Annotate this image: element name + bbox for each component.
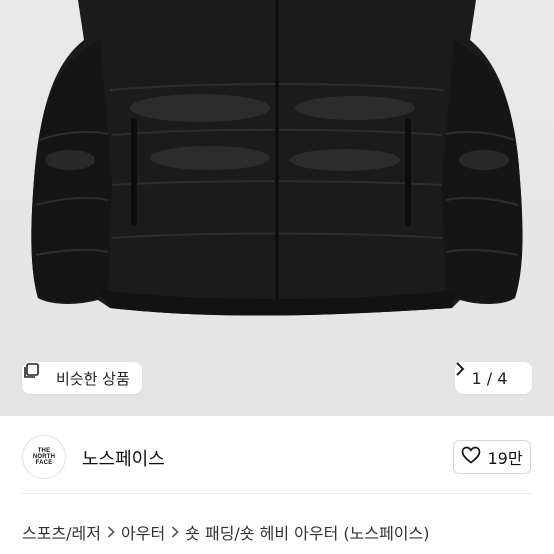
breadcrumb-item-category[interactable]: 스포츠/레저 <box>22 520 101 544</box>
seller-row: THE NORTH FACE 노스페이스 19만 <box>0 416 554 496</box>
breadcrumb-item-leaf[interactable]: 숏 패딩/숏 헤비 아우터 (노스페이스) <box>185 520 429 544</box>
similar-products-label: 비슷한 상품 <box>56 369 130 388</box>
breadcrumb: 스포츠/레저 아우터 숏 패딩/숏 헤비 아우터 (노스페이스) <box>22 520 429 544</box>
brand-logo[interactable]: THE NORTH FACE <box>22 435 66 479</box>
copy-search-icon <box>24 363 50 387</box>
like-button[interactable]: 19만 <box>453 440 531 474</box>
page-separator: / <box>486 368 493 388</box>
breadcrumb-item-subcategory[interactable]: 아우터 <box>121 520 165 544</box>
page-current: 1 <box>471 368 482 388</box>
chevron-right-icon <box>107 523 115 542</box>
heart-outline-icon <box>461 446 481 468</box>
product-image[interactable]: 비슷한 상품 1 / 4 <box>0 0 554 416</box>
page-indicator: 1 / 4 <box>472 369 508 388</box>
page-total: 4 <box>497 368 508 388</box>
brand-name[interactable]: 노스페이스 <box>82 445 165 471</box>
divider <box>22 493 532 494</box>
chevron-right-icon <box>171 523 179 542</box>
jacket-illustration <box>31 0 523 316</box>
like-count: 19만 <box>487 449 523 468</box>
similar-products-button[interactable]: 비슷한 상품 <box>22 362 142 394</box>
image-page-counter[interactable]: 1 / 4 <box>455 362 532 394</box>
brand-logo-line-3: FACE <box>35 460 53 466</box>
